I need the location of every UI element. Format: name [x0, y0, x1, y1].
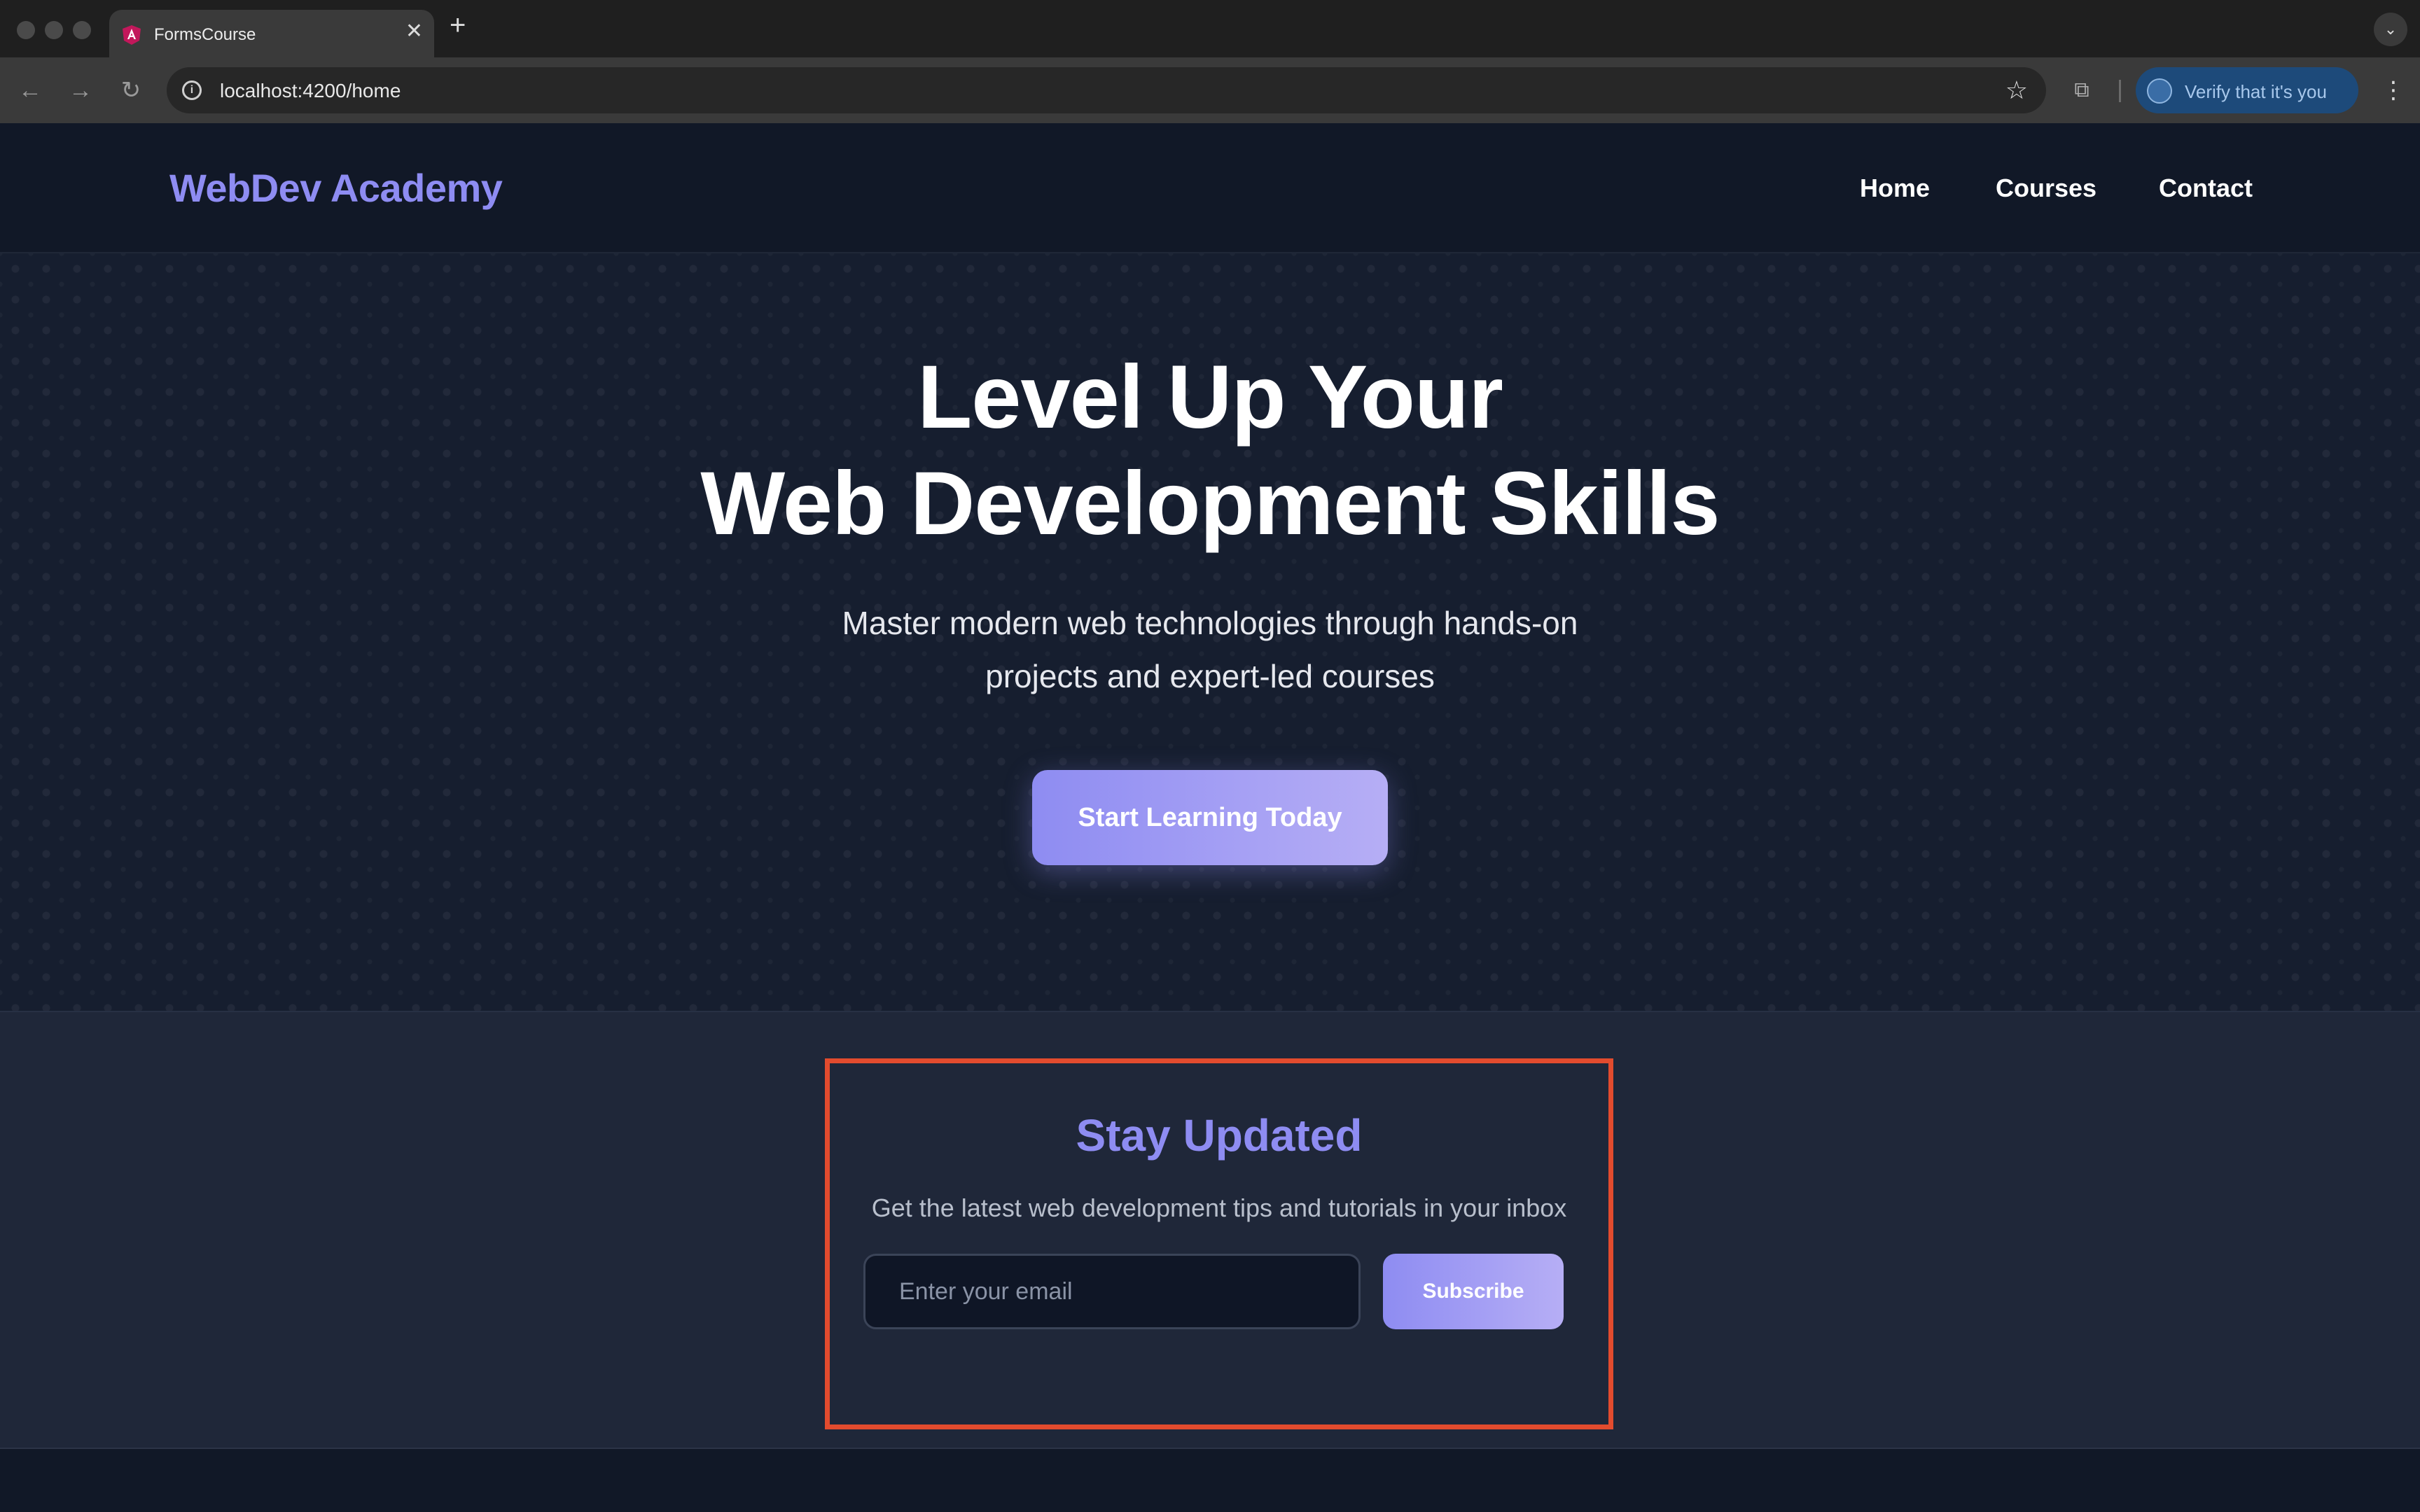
newsletter-subtitle: Get the latest web development tips and …: [871, 1194, 1567, 1222]
start-learning-button[interactable]: Start Learning Today: [1032, 770, 1388, 865]
email-input[interactable]: [863, 1254, 1361, 1329]
verify-label: Verify that it's you: [2185, 81, 2327, 102]
newsletter-section: Stay Updated Get the latest web developm…: [0, 1012, 2420, 1449]
tab-title: FormsCourse: [154, 25, 256, 44]
nav-link-contact[interactable]: Contact: [2159, 174, 2253, 203]
hero-subtitle-line-2: projects and expert-led courses: [985, 658, 1435, 694]
browser-toolbar: ← → ↻ i localhost:4200/home ☆ ⧉ Verify t…: [0, 57, 2420, 123]
angular-favicon-icon: [123, 25, 141, 45]
window-minimize-dot[interactable]: [45, 21, 63, 39]
site-logo[interactable]: WebDev Academy: [169, 165, 503, 211]
browser-tab-bar: FormsCourse ✕ + ⌄: [0, 0, 2420, 57]
profile-avatar-icon: [2147, 78, 2172, 104]
newsletter-title: Stay Updated: [1076, 1110, 1363, 1161]
menu-icon[interactable]: ⋮: [2379, 73, 2407, 108]
verify-identity-button[interactable]: Verify that it's you: [2136, 67, 2358, 113]
window-close-dot[interactable]: [17, 21, 35, 39]
new-tab-button[interactable]: +: [450, 11, 466, 39]
hero-subtitle-line-1: Master modern web technologies through h…: [842, 605, 1578, 641]
forward-icon[interactable]: →: [63, 73, 98, 108]
browser-tab[interactable]: FormsCourse ✕: [109, 10, 434, 57]
nav-link-courses[interactable]: Courses: [1996, 174, 2096, 203]
newsletter-highlight-box: Stay Updated Get the latest web developm…: [825, 1058, 1613, 1429]
star-icon[interactable]: ☆: [2005, 76, 2028, 105]
reload-icon[interactable]: ↻: [113, 73, 148, 108]
tab-close-icon[interactable]: ✕: [405, 21, 423, 42]
hero-section: Level Up Your Web Development Skills Mas…: [0, 253, 2420, 1012]
nav-link-home[interactable]: Home: [1860, 174, 1930, 203]
hero-title-line-2: Web Development Skills: [700, 454, 1720, 554]
footer-strip: [0, 1449, 2420, 1512]
toolbar-divider: [2119, 80, 2121, 102]
site-header: WebDev Academy Home Courses Contact: [0, 123, 2420, 253]
address-bar[interactable]: i localhost:4200/home ☆: [167, 67, 2046, 113]
subscribe-button[interactable]: Subscribe: [1383, 1254, 1564, 1329]
extensions-icon[interactable]: ⧉: [2066, 74, 2098, 106]
info-icon[interactable]: i: [182, 80, 202, 100]
url-text[interactable]: localhost:4200/home: [220, 80, 401, 102]
back-icon[interactable]: ←: [13, 73, 48, 108]
window-zoom-dot[interactable]: [73, 21, 91, 39]
hero-title-line-1: Level Up Your: [917, 347, 1503, 447]
tab-list-chevron-icon[interactable]: ⌄: [2374, 13, 2407, 46]
